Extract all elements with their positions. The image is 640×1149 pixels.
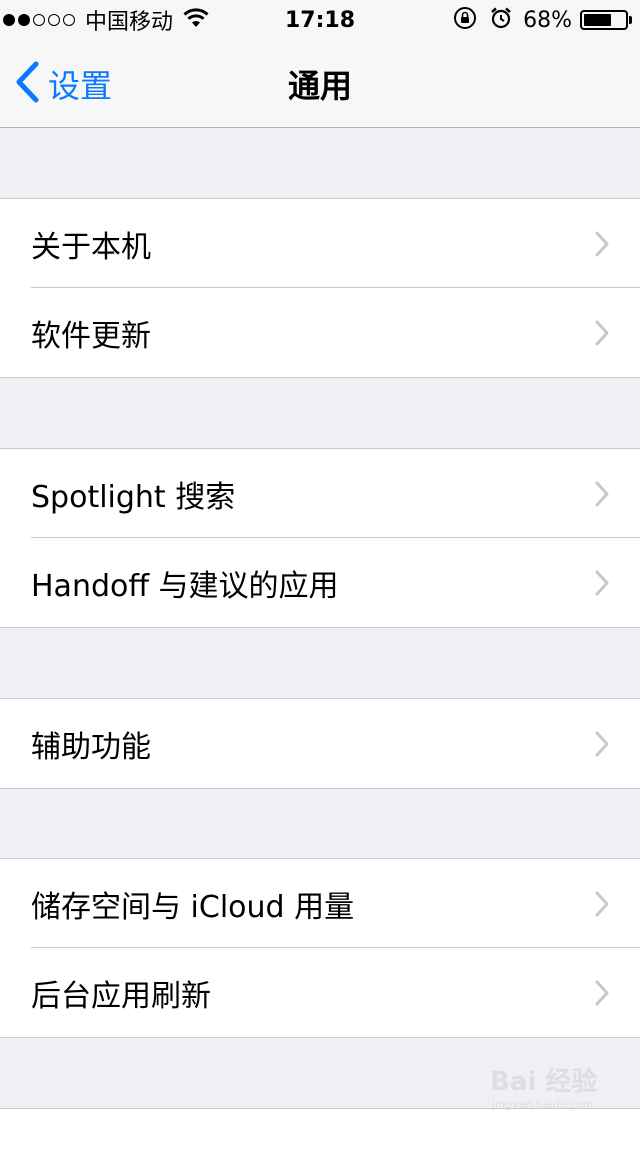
settings-item-background-refresh[interactable]: 后台应用刷新 [0,948,640,1037]
settings-item-spotlight-search[interactable]: Spotlight 搜索 [0,449,640,538]
chevron-right-icon [594,481,610,511]
settings-item-label: 软件更新 [31,311,151,355]
settings-item-storage-icloud[interactable]: 储存空间与 iCloud 用量 [0,859,640,948]
chevron-right-icon [594,891,610,921]
settings-item-label: 关于本机 [31,222,151,266]
chevron-right-icon [594,980,610,1010]
battery-percent: 68% [523,8,572,33]
settings-item-label: Spotlight 搜索 [31,472,235,516]
settings-group-accessibility: 辅助功能 [0,698,640,789]
watermark-subtext: jingyan.baidu.com [491,1098,594,1111]
baidu-watermark: Bai 经验 jingyan.baidu.com [490,1062,610,1112]
watermark-text: Bai 经验 [490,1066,597,1097]
settings-item-label: 辅助功能 [31,722,151,766]
settings-item-label: Handoff 与建议的应用 [31,561,339,605]
clock-time: 17:18 [285,8,355,33]
page-title: 通用 [0,40,640,128]
status-bar-right: 68% [453,0,632,40]
settings-item-software-update[interactable]: 软件更新 [0,288,640,377]
status-bar: 中国移动 17:18 68% [0,0,640,40]
battery-icon [580,10,628,30]
alarm-icon [489,6,513,34]
settings-item-label: 储存空间与 iCloud 用量 [31,882,354,926]
settings-item-handoff[interactable]: Handoff 与建议的应用 [0,538,640,627]
chevron-right-icon [594,731,610,761]
battery-level-fill [584,14,611,26]
chevron-right-icon [594,570,610,600]
settings-item-label: 后台应用刷新 [31,971,211,1015]
settings-group-partial [0,1108,640,1149]
rotation-lock-icon [453,6,477,34]
settings-item-accessibility[interactable]: 辅助功能 [0,699,640,788]
navigation-bar: 设置 通用 [0,40,640,128]
chevron-right-icon [594,320,610,350]
settings-group-storage: 储存空间与 iCloud 用量 后台应用刷新 [0,858,640,1038]
settings-group-about: 关于本机 软件更新 [0,198,640,378]
settings-item-about[interactable]: 关于本机 [0,199,640,288]
battery-tip [629,16,632,24]
settings-group-search: Spotlight 搜索 Handoff 与建议的应用 [0,448,640,628]
chevron-right-icon [594,231,610,261]
